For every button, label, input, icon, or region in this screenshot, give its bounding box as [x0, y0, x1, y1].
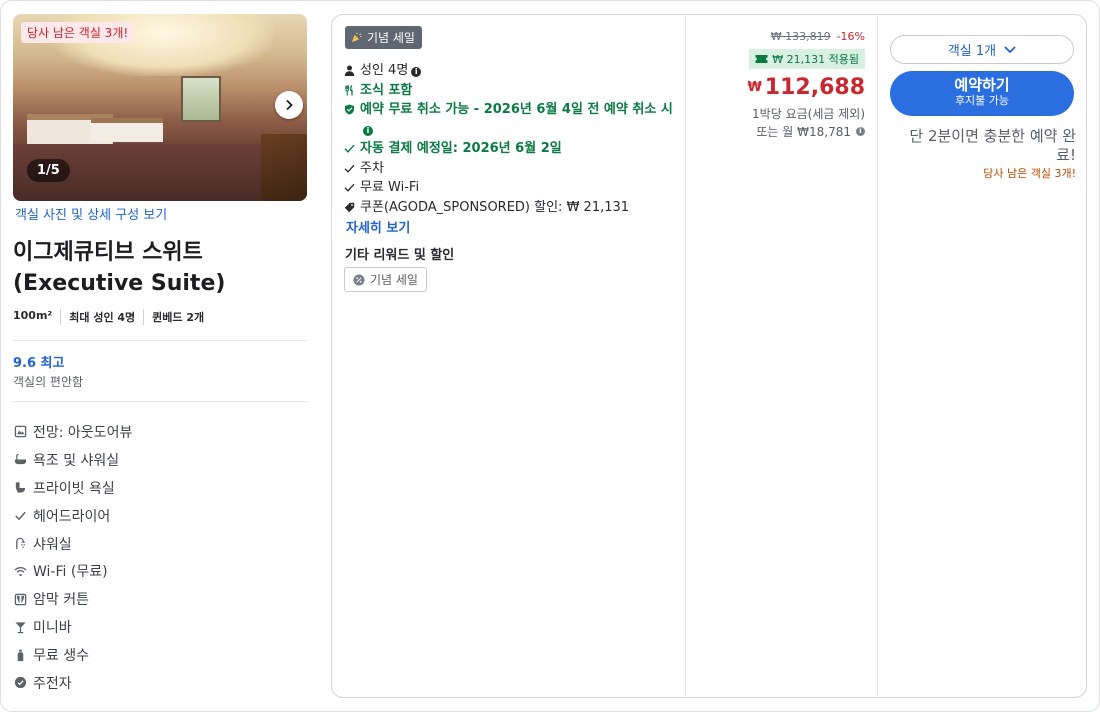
- room-specs: 100m² 최대 성인 4명 퀸베드 2개: [13, 309, 307, 325]
- shower-icon: [13, 537, 27, 551]
- feature-free-cancellation: 예약 무료 취소 가능 - 2026년 6월 4일 전 예약 취소 시i: [344, 100, 674, 139]
- room-info: 당사 남은 객실 3개! 1/5 객실 사진 및 상세 구성 보기 이그제큐티브…: [13, 14, 307, 697]
- see-details-link[interactable]: 자세히 보기: [346, 221, 410, 236]
- book-button[interactable]: 예약하기 후지불 가능: [890, 71, 1074, 116]
- original-price: ₩ 133,819: [770, 30, 831, 43]
- room-size: 100m²: [13, 309, 53, 322]
- room-title-korean: 이그제큐티브 스위트: [13, 240, 203, 265]
- room-photo[interactable]: 당사 남은 객실 3개! 1/5: [13, 14, 307, 201]
- comfort-score-label: 객실의 편안함: [13, 375, 84, 389]
- chevron-down-icon: [1004, 45, 1016, 53]
- room-photos-link[interactable]: 객실 사진 및 상세 구성 보기: [13, 204, 307, 223]
- feature-occupancy: 성인 4명 i: [344, 61, 674, 81]
- original-price-row: ₩ 133,819 -16%: [771, 30, 865, 43]
- tag-icon: [344, 198, 356, 218]
- feature-coupon: 쿠폰(AGODA_SPONSORED) 할인: ₩ 21,131: [344, 198, 674, 218]
- amenity-item: 주전자: [13, 669, 307, 697]
- party-popper-icon: [351, 32, 362, 43]
- amenity-item: 헤어드라이어: [13, 502, 307, 530]
- room-count-select[interactable]: 객실 1개: [890, 35, 1074, 64]
- check-icon: [344, 159, 356, 179]
- column-divider: [685, 15, 686, 697]
- kettle-icon: [13, 676, 27, 690]
- bed-type: 퀸베드 2개: [143, 309, 212, 325]
- amenity-item: 암막 커튼: [13, 585, 307, 613]
- divider: [13, 401, 307, 402]
- feature-breakfast: 조식 포함: [344, 81, 674, 101]
- sale-tag: 기념 세일: [345, 26, 422, 49]
- check-icon: [344, 178, 356, 198]
- amenity-item: 미니바: [13, 613, 307, 641]
- offer-card: 기념 세일 성인 4명 i 조식 포함 예약 무료 취소 가능 - 2026년 6…: [331, 14, 1087, 698]
- photo-furniture: [261, 134, 307, 201]
- info-icon[interactable]: i: [411, 67, 422, 77]
- chevron-right-icon: [286, 99, 293, 111]
- other-rewards-heading: 기타 리워드 및 할인: [345, 248, 455, 263]
- amenity-item: 욕조 및 샤워실: [13, 446, 307, 474]
- amenity-list: 전망: 아웃도어뷰 욕조 및 샤워실 프라이빗 욕실 헤어드라이어 샤워실 Wi…: [13, 418, 307, 697]
- max-occupancy: 최대 성인 4명: [60, 309, 143, 325]
- amenity-item: Wi-Fi (무료): [13, 557, 307, 585]
- discount-badge-icon: [353, 274, 365, 285]
- minibar-icon: [13, 620, 27, 634]
- info-icon[interactable]: i: [856, 127, 865, 136]
- discount-percent: -16%: [836, 30, 865, 43]
- check-icon: [344, 139, 356, 159]
- feature-parking: 주차: [344, 159, 674, 179]
- curtain-icon: [13, 592, 27, 606]
- comfort-score: 9.6 최고: [13, 356, 65, 371]
- room-title-english: (Executive Suite): [13, 271, 226, 296]
- utensils-icon: [344, 81, 356, 101]
- rooms-left-message: 당사 남은 객실 3개!: [983, 167, 1076, 180]
- urgency-message: 단 2분이면 충분한 예약 완료!: [909, 127, 1076, 164]
- bath-icon: [13, 481, 27, 495]
- feature-wifi: 무료 Wi-Fi: [344, 178, 674, 198]
- photo-window: [181, 76, 221, 122]
- ticket-icon: [755, 55, 768, 63]
- amenity-item: 전망: 아웃도어뷰: [13, 418, 307, 446]
- bathtub-icon: [13, 453, 27, 467]
- offer-features: 성인 4명 i 조식 포함 예약 무료 취소 가능 - 2026년 6월 4일 전…: [344, 61, 674, 236]
- final-price: ₩112,688: [747, 75, 865, 100]
- room-title: 이그제큐티브 스위트 (Executive Suite): [13, 237, 307, 299]
- shield-icon: [344, 100, 356, 139]
- photo-counter: 1/5: [27, 159, 70, 182]
- view-icon: [13, 425, 27, 439]
- check-icon: [13, 509, 27, 523]
- wifi-icon: [13, 564, 27, 578]
- next-photo-button[interactable]: [275, 91, 303, 119]
- price-amount: 112,688: [764, 75, 865, 100]
- amenity-item: 무료 생수: [13, 641, 307, 669]
- feature-auto-payment: 자동 결제 예정일: 2026년 6월 2일: [344, 139, 674, 159]
- person-icon: [344, 61, 356, 81]
- info-icon[interactable]: i: [363, 125, 373, 136]
- water-bottle-icon: [13, 648, 27, 662]
- other-sale-tag[interactable]: 기념 세일: [344, 267, 427, 292]
- amenity-item: 샤워실: [13, 530, 307, 558]
- monthly-price: 또는 월 ₩18,781 i: [756, 123, 865, 140]
- currency-symbol: ₩: [747, 80, 762, 95]
- per-night-label: 1박당 요금(세금 제외): [752, 107, 865, 121]
- coupon-applied-badge: ₩ 21,131 적용됨: [749, 49, 865, 69]
- photo-bed: [91, 118, 163, 142]
- divider: [13, 340, 307, 341]
- column-divider: [877, 15, 878, 697]
- amenity-item: 프라이빗 욕실: [13, 474, 307, 502]
- rooms-left-badge: 당사 남은 객실 3개!: [21, 22, 135, 43]
